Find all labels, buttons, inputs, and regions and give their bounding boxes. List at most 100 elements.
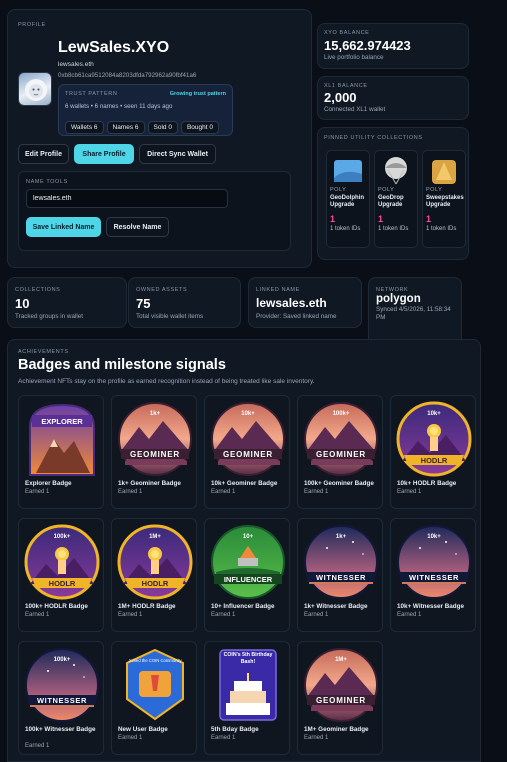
badge-card[interactable]: Joined the COIN Community New User Badge… xyxy=(111,641,197,755)
witnesser-badge-icon: WITNESSER 100k+ xyxy=(25,648,99,722)
chip-names: Names 6 xyxy=(106,121,145,134)
avatar xyxy=(18,72,52,106)
pinned-label: PINNED UTILITY COLLECTIONS xyxy=(324,135,423,141)
badge-name: New User Badge xyxy=(118,726,168,733)
network-sub: Synced 4/5/2026, 11:58:34 PM xyxy=(376,306,451,321)
badge-card[interactable]: HODLR 10k+ 10k+ HODLR Badge Earned 1 xyxy=(390,395,476,509)
svg-text:WITNESSER: WITNESSER xyxy=(316,573,366,582)
linked-name-card: LINKED NAME lewsales.eth Provider: Saved… xyxy=(248,277,362,328)
achievements-subtitle: Achievement NFTs stay on the profile as … xyxy=(18,378,315,385)
lion-avatar-icon xyxy=(25,79,47,101)
badge-earned: Earned 1 xyxy=(25,489,50,495)
collection-chain: POLY xyxy=(378,187,395,193)
witnesser-badge-icon: WITNESSER 1k+ xyxy=(304,525,378,599)
chip-sold: Sold 0 xyxy=(147,121,178,134)
pinned-collection-card[interactable]: POLY GeoDolphin Upgrade 1 1 token IDs xyxy=(326,150,370,248)
pinned-collection-card[interactable]: POLY Sweepstakes Upgrade 1 1 token IDs xyxy=(422,150,466,248)
bday-badge-icon: COIN's 5th Birthday Bash! xyxy=(219,649,277,721)
chip-wallets: Wallets 6 xyxy=(65,121,104,134)
svg-text:HODLR: HODLR xyxy=(142,579,169,588)
svg-text:100k+: 100k+ xyxy=(333,411,350,417)
badge-card[interactable]: WITNESSER 10k+ 10k+ Witnesser Badge Earne… xyxy=(390,518,476,632)
achievements-title: Badges and milestone signals xyxy=(18,357,226,373)
pinned-collections-card: PINNED UTILITY COLLECTIONS POLY GeoDolph… xyxy=(317,127,469,260)
badge-earned: Earned 1 xyxy=(211,612,236,618)
xyo-sub: Live portfolio balance xyxy=(324,54,384,61)
save-linked-name-button[interactable]: Save Linked Name xyxy=(26,217,101,237)
name-tools-card: NAME TOOLS Save Linked Name Resolve Name xyxy=(18,171,291,251)
edit-profile-button[interactable]: Edit Profile xyxy=(18,144,69,164)
collection-count: 1 xyxy=(426,214,432,224)
name-tools-label: NAME TOOLS xyxy=(26,179,68,185)
badge-earned: Earned 1 xyxy=(304,489,329,495)
share-profile-button[interactable]: Share Profile xyxy=(74,144,134,164)
collection-thumbnail-icon xyxy=(334,160,362,182)
svg-text:1k+: 1k+ xyxy=(150,411,161,417)
owned-sub: Total visible wallet items xyxy=(136,313,204,320)
svg-text:WITNESSER: WITNESSER xyxy=(409,573,459,582)
trust-label: TRUST PATTERN xyxy=(65,91,118,97)
direct-sync-wallet-button[interactable]: Direct Sync Wallet xyxy=(139,144,216,164)
collection-token-ids: 1 token IDs xyxy=(426,226,457,232)
pinned-collection-card[interactable]: POLY GeoDrop Upgrade 1 1 token IDs xyxy=(374,150,418,248)
trust-pattern-card: TRUST PATTERN Growing trust pattern 6 wa… xyxy=(58,84,233,136)
collections-label: COLLECTIONS xyxy=(15,287,61,293)
owned-value: 75 xyxy=(136,296,151,311)
badge-card[interactable]: WITNESSER 100k+ 100k+ Witnesser Badge Ear… xyxy=(18,641,104,755)
svg-text:HODLR: HODLR xyxy=(421,456,448,465)
profile-panel: PROFILE LewSales.XYO lewsales.eth 0xb8cb… xyxy=(7,9,312,268)
badge-earned: Earned 1 xyxy=(25,612,50,618)
newuser-badge-icon: Joined the COIN Community xyxy=(126,648,184,721)
svg-text:10k+: 10k+ xyxy=(427,411,441,417)
collection-title: Sweepstakes Upgrade xyxy=(426,195,464,208)
collection-count: 1 xyxy=(330,214,336,224)
badge-card[interactable]: COIN's 5th Birthday Bash! 5th Bday Badge… xyxy=(204,641,290,755)
badge-card[interactable]: GEOMINER 1M+ 1M+ Geominer Badge Earned 1 xyxy=(297,641,383,755)
badge-earned: Earned 1 xyxy=(304,735,329,741)
collection-token-ids: 1 token IDs xyxy=(330,226,361,232)
svg-text:GEOMINER: GEOMINER xyxy=(316,696,366,705)
witnesser-badge-icon: WITNESSER 10k+ xyxy=(397,525,471,599)
badge-card[interactable]: INFLUENCER 10+ 10+ Influencer Badge Earne… xyxy=(204,518,290,632)
collection-title: GeoDolphin Upgrade xyxy=(330,195,364,208)
collection-token-ids: 1 token IDs xyxy=(378,226,409,232)
achievements-panel: ACHIEVEMENTS Badges and milestone signal… xyxy=(7,339,481,762)
badge-name: 1M+ Geominer Badge xyxy=(304,726,369,733)
svg-text:1M+: 1M+ xyxy=(335,657,347,663)
badge-card[interactable]: HODLR 1M+ 1M+ HODLR Badge Earned 1 xyxy=(111,518,197,632)
xl1-balance-card: XL1 BALANCE 2,000 Connected XL1 wallet xyxy=(317,76,469,120)
badge-name: 100k+ Geominer Badge xyxy=(304,480,374,487)
badge-name: 100k+ HODLR Badge xyxy=(25,603,88,610)
linked-name-input[interactable] xyxy=(26,189,228,208)
badge-name: 10k+ Geominer Badge xyxy=(211,480,278,487)
collection-chain: POLY xyxy=(330,187,347,193)
badge-earned: Earned 1 xyxy=(118,489,143,495)
collection-chain: POLY xyxy=(426,187,443,193)
svg-text:GEOMINER: GEOMINER xyxy=(316,450,366,459)
profile-section-label: PROFILE xyxy=(18,22,46,28)
xyo-balance-card: XYO BALANCE 15,662.974423 Live portfolio… xyxy=(317,23,469,69)
resolve-name-button[interactable]: Resolve Name xyxy=(106,217,169,237)
svg-text:WITNESSER: WITNESSER xyxy=(37,696,87,705)
svg-text:10k+: 10k+ xyxy=(241,411,255,417)
badge-name: 1k+ Geominer Badge xyxy=(118,480,181,487)
profile-ens: lewsales.eth xyxy=(58,61,94,68)
badge-card[interactable]: EXPLORER Explorer Badge Earned 1 xyxy=(18,395,104,509)
badge-card[interactable]: WITNESSER 1k+ 1k+ Witnesser Badge Earned … xyxy=(297,518,383,632)
badge-card[interactable]: GEOMINER 1k+ 1k+ Geominer Badge Earned 1 xyxy=(111,395,197,509)
collection-title: GeoDrop Upgrade xyxy=(378,195,404,208)
geominer-badge-icon: GEOMINER 100k+ xyxy=(304,402,378,476)
badge-name: 1M+ HODLR Badge xyxy=(118,603,176,610)
badge-card[interactable]: GEOMINER 10k+ 10k+ Geominer Badge Earned … xyxy=(204,395,290,509)
svg-text:10+: 10+ xyxy=(243,534,254,540)
wallet-address[interactable]: 0xb8cb61ca9512084a8203dfda792962a90fbf41… xyxy=(58,72,196,79)
influencer-badge-icon: INFLUENCER 10+ xyxy=(211,525,285,599)
badge-card[interactable]: HODLR 100k+ 100k+ HODLR Badge Earned 1 xyxy=(18,518,104,632)
network-value: polygon xyxy=(376,293,421,305)
badge-name: 10k+ Witnesser Badge xyxy=(397,603,464,610)
svg-text:100k+: 100k+ xyxy=(54,657,71,663)
collections-card: COLLECTIONS 10 Tracked groups in wallet xyxy=(7,277,127,328)
badge-card[interactable]: GEOMINER 100k+ 100k+ Geominer Badge Earne… xyxy=(297,395,383,509)
trust-summary: 6 wallets • 6 names • seen 11 days ago xyxy=(65,103,173,110)
badge-name: 100k+ Witnesser Badge xyxy=(25,726,96,733)
